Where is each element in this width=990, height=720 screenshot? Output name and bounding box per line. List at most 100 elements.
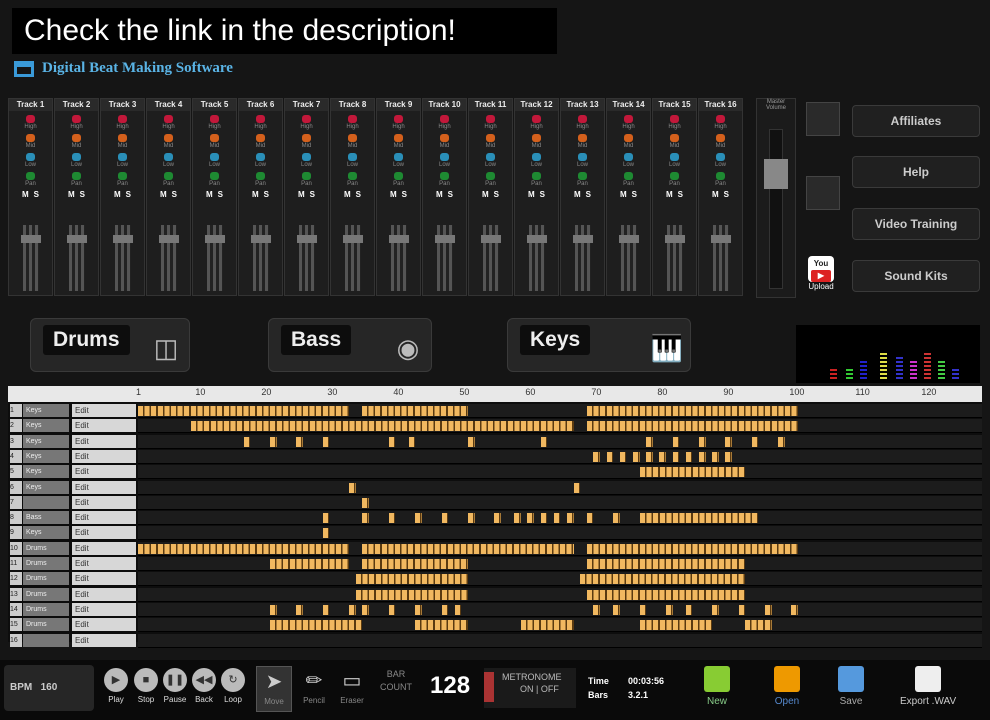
solo-button[interactable]: S [586, 190, 591, 199]
pause-button[interactable]: ❚❚ Pause [162, 668, 188, 704]
pan-knob[interactable] [394, 172, 403, 180]
note-block[interactable] [408, 436, 416, 447]
note-block[interactable] [791, 604, 798, 615]
mute-button[interactable]: M [68, 190, 75, 199]
fader-handle[interactable] [711, 235, 731, 243]
loop-button[interactable]: ↻ Loop [220, 668, 246, 704]
note-block[interactable] [355, 589, 468, 600]
track-name[interactable]: Keys [23, 404, 69, 417]
note-block[interactable] [296, 604, 303, 615]
mute-button[interactable]: M [620, 190, 627, 199]
low-knob[interactable] [440, 153, 449, 161]
volume-fader[interactable] [67, 225, 87, 291]
metronome-toggle[interactable]: METRONOME ON | OFF [484, 668, 576, 708]
note-block[interactable] [138, 406, 350, 416]
edit-button[interactable]: Edit [72, 419, 136, 433]
metronome-off[interactable]: OFF [541, 684, 559, 694]
note-block[interactable] [646, 451, 653, 462]
note-block[interactable] [415, 620, 468, 631]
track-name[interactable]: Keys [23, 449, 69, 463]
note-block[interactable] [586, 543, 798, 554]
low-knob[interactable] [72, 153, 81, 161]
new-button[interactable]: New [704, 666, 730, 707]
note-block[interactable] [619, 451, 627, 462]
volume-fader[interactable] [113, 225, 133, 291]
volume-fader[interactable] [205, 225, 225, 291]
note-block[interactable] [567, 513, 574, 524]
volume-fader[interactable] [297, 225, 317, 291]
edit-button[interactable]: Edit [72, 587, 136, 601]
note-block[interactable] [593, 604, 600, 615]
note-block[interactable] [468, 513, 475, 524]
note-block[interactable] [441, 513, 449, 524]
track-lane[interactable] [138, 480, 982, 495]
pan-knob[interactable] [624, 172, 633, 180]
track-lane[interactable] [138, 495, 982, 510]
note-block[interactable] [296, 436, 303, 447]
high-knob[interactable] [210, 115, 219, 123]
fader-handle[interactable] [619, 235, 639, 243]
fader-handle[interactable] [205, 235, 225, 243]
note-block[interactable] [593, 451, 600, 462]
low-knob[interactable] [26, 153, 35, 161]
note-block[interactable] [494, 513, 501, 524]
solo-button[interactable]: S [310, 190, 315, 199]
note-block[interactable] [454, 604, 462, 615]
mid-knob[interactable] [72, 134, 81, 142]
volume-fader[interactable] [21, 225, 41, 291]
edit-button[interactable]: Edit [72, 480, 136, 494]
fader-handle[interactable] [21, 235, 41, 243]
solo-button[interactable]: S [218, 190, 223, 199]
keys-button[interactable]: Keys 🎹 [507, 318, 691, 372]
fader-handle[interactable] [435, 235, 455, 243]
track-name[interactable]: Keys [23, 434, 69, 448]
high-knob[interactable] [440, 115, 449, 123]
mid-knob[interactable] [624, 134, 633, 142]
note-block[interactable] [639, 604, 647, 615]
note-block[interactable] [540, 436, 548, 447]
metronome-on[interactable]: ON [520, 684, 534, 694]
note-block[interactable] [270, 559, 350, 569]
mute-button[interactable]: M [574, 190, 581, 199]
edit-button[interactable]: Edit [72, 526, 136, 540]
volume-fader[interactable] [619, 225, 639, 291]
track-lane[interactable] [138, 511, 982, 526]
pan-knob[interactable] [256, 172, 265, 180]
low-knob[interactable] [716, 153, 725, 161]
mid-knob[interactable] [440, 134, 449, 142]
high-knob[interactable] [26, 115, 35, 123]
bar-count-value[interactable]: 128 [430, 672, 470, 700]
note-block[interactable] [606, 451, 614, 462]
track-lane[interactable] [138, 541, 982, 556]
volume-fader[interactable] [481, 225, 501, 291]
pan-knob[interactable] [302, 172, 311, 180]
mute-button[interactable]: M [344, 190, 351, 199]
edit-button[interactable]: Edit [72, 541, 136, 555]
fader-handle[interactable] [297, 235, 317, 243]
low-knob[interactable] [302, 153, 311, 161]
note-block[interactable] [388, 513, 396, 524]
note-block[interactable] [586, 589, 746, 600]
edit-button[interactable]: Edit [72, 618, 136, 632]
volume-fader[interactable] [389, 225, 409, 291]
pan-knob[interactable] [26, 172, 35, 180]
note-block[interactable] [349, 482, 356, 493]
note-block[interactable] [646, 436, 653, 447]
mute-button[interactable]: M [666, 190, 673, 199]
master-volume-handle[interactable] [764, 159, 788, 189]
export-wav-button[interactable]: Export .WAV [900, 666, 956, 707]
edit-button[interactable]: Edit [72, 633, 136, 647]
note-block[interactable] [738, 604, 746, 615]
track-name[interactable]: Drums [23, 602, 69, 616]
note-block[interactable] [712, 451, 719, 462]
note-block[interactable] [685, 604, 693, 615]
youtube-upload-button[interactable]: You ▶ Upload [808, 256, 834, 291]
solo-button[interactable]: S [356, 190, 361, 199]
volume-fader[interactable] [573, 225, 593, 291]
note-block[interactable] [672, 436, 680, 447]
mid-knob[interactable] [486, 134, 495, 142]
note-block[interactable] [725, 436, 732, 447]
drums-button[interactable]: Drums ◫ [30, 318, 190, 372]
note-block[interactable] [699, 451, 706, 462]
note-block[interactable] [441, 604, 449, 615]
